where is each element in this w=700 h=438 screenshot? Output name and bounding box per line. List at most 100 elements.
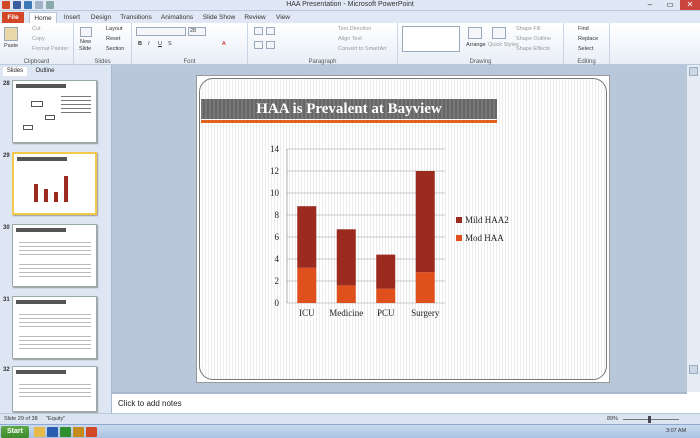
- bar-segment: [336, 285, 356, 303]
- status-bar: Slide 29 of 38 "Equity" 89%: [0, 413, 700, 424]
- align-center-icon[interactable]: [266, 41, 275, 49]
- tab-slides-panel[interactable]: Slides: [3, 67, 27, 76]
- thumb-number: 31: [3, 297, 10, 303]
- shadow-button[interactable]: S: [168, 41, 172, 47]
- thumb-number: 28: [3, 81, 10, 87]
- bar-chart[interactable]: 0 2 4 6 8 10 12 14 ICU Medicine PCU Surgery Mild HAA…: [259, 141, 539, 321]
- thumb-number: 29: [3, 153, 10, 159]
- bar-segment: [415, 171, 435, 273]
- slides-panel: Slides Outline 28 29 30 31 32: [0, 65, 112, 413]
- thumb-number: 30: [3, 225, 10, 231]
- slide-thumb-30[interactable]: [12, 224, 97, 287]
- notes-pane[interactable]: Click to add notes: [112, 392, 687, 413]
- bar-segment: [415, 272, 435, 303]
- new-slide-label2: Slide: [79, 46, 92, 52]
- paragraph-group: Text Direction Align Text Convert to Sma…: [248, 23, 398, 65]
- font-name-box[interactable]: [136, 27, 186, 36]
- section-button[interactable]: Section: [106, 46, 124, 52]
- cut-button[interactable]: Cut: [32, 26, 41, 32]
- taskbar-app-icon[interactable]: [60, 427, 71, 437]
- slide-thumb-31[interactable]: [12, 296, 97, 359]
- shapes-gallery[interactable]: [402, 26, 460, 52]
- vertical-scrollbar[interactable]: [687, 65, 700, 392]
- minimize-button[interactable]: –: [640, 0, 660, 10]
- y-tick-label: 2: [275, 276, 280, 286]
- tab-home[interactable]: Home: [29, 12, 57, 23]
- title-accent-line: [201, 120, 497, 123]
- legend-label: Mod HAA: [465, 233, 504, 243]
- format-painter-button[interactable]: Format Painter: [32, 46, 68, 52]
- y-tick-label: 0: [275, 298, 280, 308]
- slide-thumb-32[interactable]: [12, 366, 97, 412]
- quick-styles-icon[interactable]: [492, 27, 506, 39]
- tab-outline-panel[interactable]: Outline: [30, 67, 60, 76]
- notes-placeholder[interactable]: Click to add notes: [118, 399, 182, 408]
- text-direction-button[interactable]: Text Direction: [338, 26, 371, 32]
- shape-effects-button[interactable]: Shape Effects: [516, 46, 550, 52]
- editing-group: Find Replace Select Editing: [564, 23, 610, 65]
- tab-slide-show[interactable]: Slide Show: [200, 12, 238, 23]
- find-button[interactable]: Find: [578, 26, 589, 32]
- taskbar-powerpoint-icon[interactable]: [86, 427, 97, 437]
- bullets-icon[interactable]: [254, 27, 263, 35]
- select-button[interactable]: Select: [578, 46, 593, 52]
- start-button[interactable]: Start: [1, 426, 29, 438]
- align-text-button[interactable]: Align Text: [338, 36, 362, 42]
- taskbar-app-icon[interactable]: [34, 427, 45, 437]
- layout-button[interactable]: Layout: [106, 26, 123, 32]
- tab-file[interactable]: File: [2, 12, 24, 23]
- tab-animations[interactable]: Animations: [158, 12, 196, 23]
- numbering-icon[interactable]: [266, 27, 275, 35]
- tab-review[interactable]: Review: [242, 12, 268, 23]
- quick-styles-button[interactable]: Quick Styles: [488, 42, 519, 48]
- new-slide-button[interactable]: New: [80, 39, 91, 45]
- y-tick-label: 6: [275, 232, 280, 242]
- slide-counter: Slide 29 of 38: [4, 416, 38, 422]
- y-tick-label: 14: [270, 144, 280, 154]
- underline-button[interactable]: U: [158, 41, 162, 47]
- paste-button[interactable]: Paste: [4, 43, 18, 49]
- convert-smartart-button[interactable]: Convert to SmartArt: [338, 46, 387, 52]
- shape-outline-button[interactable]: Shape Outline: [516, 36, 551, 42]
- thumb-title-bar: [16, 300, 66, 304]
- italic-button[interactable]: I: [148, 41, 150, 47]
- bar-segment: [336, 229, 356, 286]
- taskbar-app-icon[interactable]: [47, 427, 58, 437]
- shape-fill-button[interactable]: Shape Fill: [516, 26, 540, 32]
- slide-thumb-29[interactable]: [12, 152, 97, 215]
- reset-button[interactable]: Reset: [106, 36, 120, 42]
- tab-transitions[interactable]: Transitions: [118, 12, 154, 23]
- arrange-button[interactable]: Arrange: [466, 42, 486, 48]
- x-tick-label: Surgery: [411, 308, 440, 318]
- title-bar: HAA Presentation - Microsoft PowerPoint …: [0, 0, 700, 11]
- font-color-button[interactable]: A: [222, 41, 226, 47]
- maximize-button[interactable]: ▭: [660, 0, 680, 10]
- paste-icon[interactable]: [4, 27, 18, 41]
- slide-title[interactable]: HAA is Prevalent at Bayview: [201, 99, 497, 119]
- tab-design[interactable]: Design: [88, 12, 114, 23]
- window-title: HAA Presentation - Microsoft PowerPoint: [286, 1, 414, 8]
- zoom-thumb[interactable]: [648, 416, 651, 423]
- tab-insert[interactable]: Insert: [60, 12, 84, 23]
- slide-thumb-28[interactable]: [12, 80, 97, 143]
- arrange-icon[interactable]: [468, 27, 482, 39]
- copy-button[interactable]: Copy: [32, 36, 45, 42]
- clock: 3:07 AM: [666, 428, 687, 434]
- ribbon: Paste Cut Copy Format Painter Clipboard …: [0, 23, 700, 65]
- drawing-group: Arrange Quick Styles Shape Fill Shape Ou…: [398, 23, 564, 65]
- clipboard-group: Paste Cut Copy Format Painter Clipboard: [0, 23, 74, 65]
- new-slide-icon[interactable]: [80, 27, 92, 37]
- taskbar: Start 3:07 AM: [0, 424, 700, 438]
- bold-button[interactable]: B: [138, 41, 142, 47]
- tab-view[interactable]: View: [272, 12, 294, 23]
- replace-button[interactable]: Replace: [578, 36, 598, 42]
- zoom-slider[interactable]: [623, 419, 679, 420]
- bar-segment: [376, 254, 396, 289]
- font-group: 28 B I U S A Font: [132, 23, 248, 65]
- close-button[interactable]: ✕: [680, 0, 700, 10]
- taskbar-app-icon[interactable]: [73, 427, 84, 437]
- align-left-icon[interactable]: [254, 41, 263, 49]
- slide-canvas[interactable]: HAA is Prevalent at Bayview 0 2 4 6 8 10 12 14 I…: [196, 75, 610, 383]
- legend-label: Mild HAA2: [465, 215, 509, 225]
- zoom-level[interactable]: 89%: [607, 416, 618, 422]
